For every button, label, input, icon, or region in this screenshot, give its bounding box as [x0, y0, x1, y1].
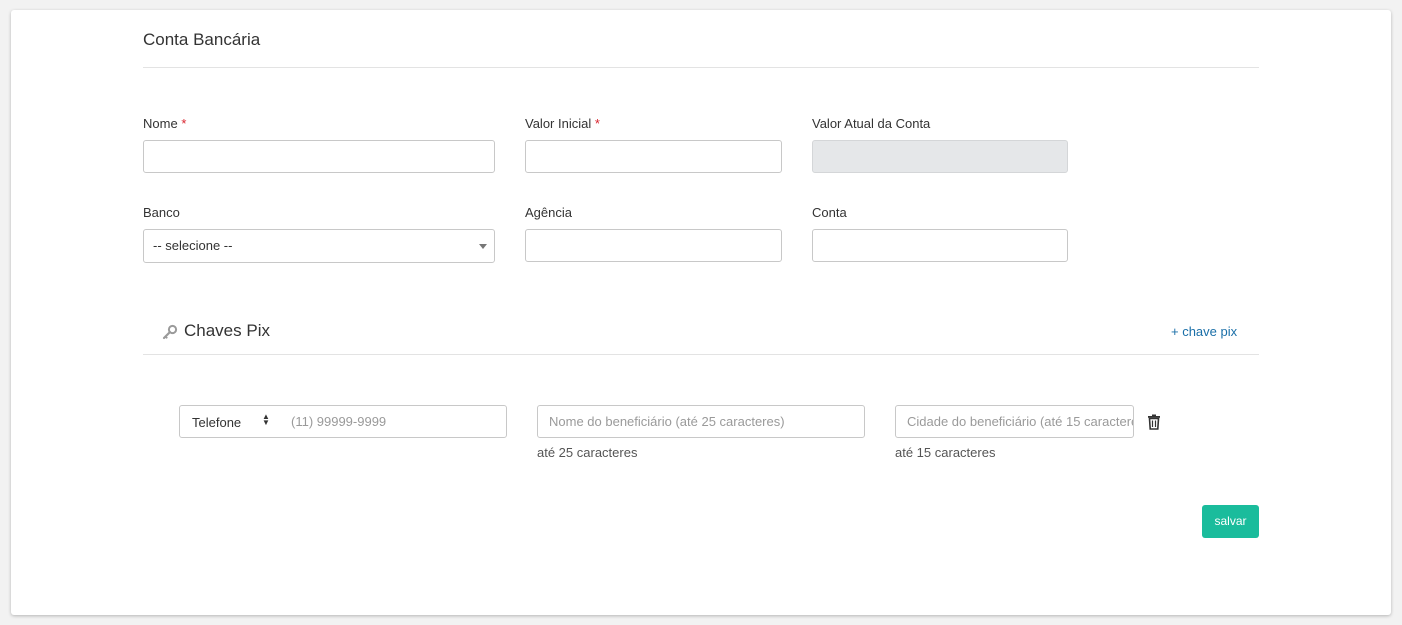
pix-divider [143, 354, 1259, 355]
save-button[interactable]: salvar [1202, 505, 1259, 538]
nome-label: Nome * [143, 116, 187, 131]
beneficiary-city-hint: até 15 caracteres [895, 445, 996, 460]
bank-account-card: Conta Bancária Nome * Valor Inicial * Va… [11, 10, 1391, 615]
valor-atual-input [812, 140, 1068, 173]
title-divider [143, 67, 1259, 68]
agencia-label: Agência [525, 205, 572, 220]
valor-inicial-label: Valor Inicial * [525, 116, 600, 131]
conta-label: Conta [812, 205, 847, 220]
valor-atual-label: Valor Atual da Conta [812, 116, 931, 131]
add-pix-key-link[interactable]: + chave pix [1171, 324, 1237, 339]
select-arrows-icon: ▲ ▼ [262, 412, 270, 427]
beneficiary-name-input[interactable]: Nome do beneficiário (até 25 caracteres) [537, 405, 865, 438]
banco-selected-value: -- selecione -- [153, 238, 233, 253]
conta-input[interactable] [812, 229, 1068, 262]
required-mark: * [594, 116, 600, 131]
beneficiary-name-hint: até 25 caracteres [537, 445, 638, 460]
required-mark: * [181, 116, 187, 131]
page-title: Conta Bancária [143, 30, 261, 49]
nome-input[interactable] [143, 140, 495, 173]
key-icon [162, 324, 178, 340]
banco-select[interactable]: -- selecione -- [143, 229, 495, 263]
chevron-down-icon [479, 244, 487, 249]
pix-type-select[interactable]: Telefone [192, 415, 241, 430]
valor-inicial-input[interactable] [525, 140, 782, 173]
pix-key-input[interactable]: (11) 99999-9999 [291, 414, 386, 429]
trash-icon[interactable] [1147, 414, 1161, 430]
beneficiary-city-input[interactable]: Cidade do beneficiário (até 15 caractere… [895, 405, 1134, 438]
pix-key-input-group: Telefone ▲ ▼ (11) 99999-9999 [179, 405, 507, 438]
agencia-input[interactable] [525, 229, 782, 262]
pix-section-title: Chaves Pix [184, 321, 270, 340]
banco-label: Banco [143, 205, 180, 220]
